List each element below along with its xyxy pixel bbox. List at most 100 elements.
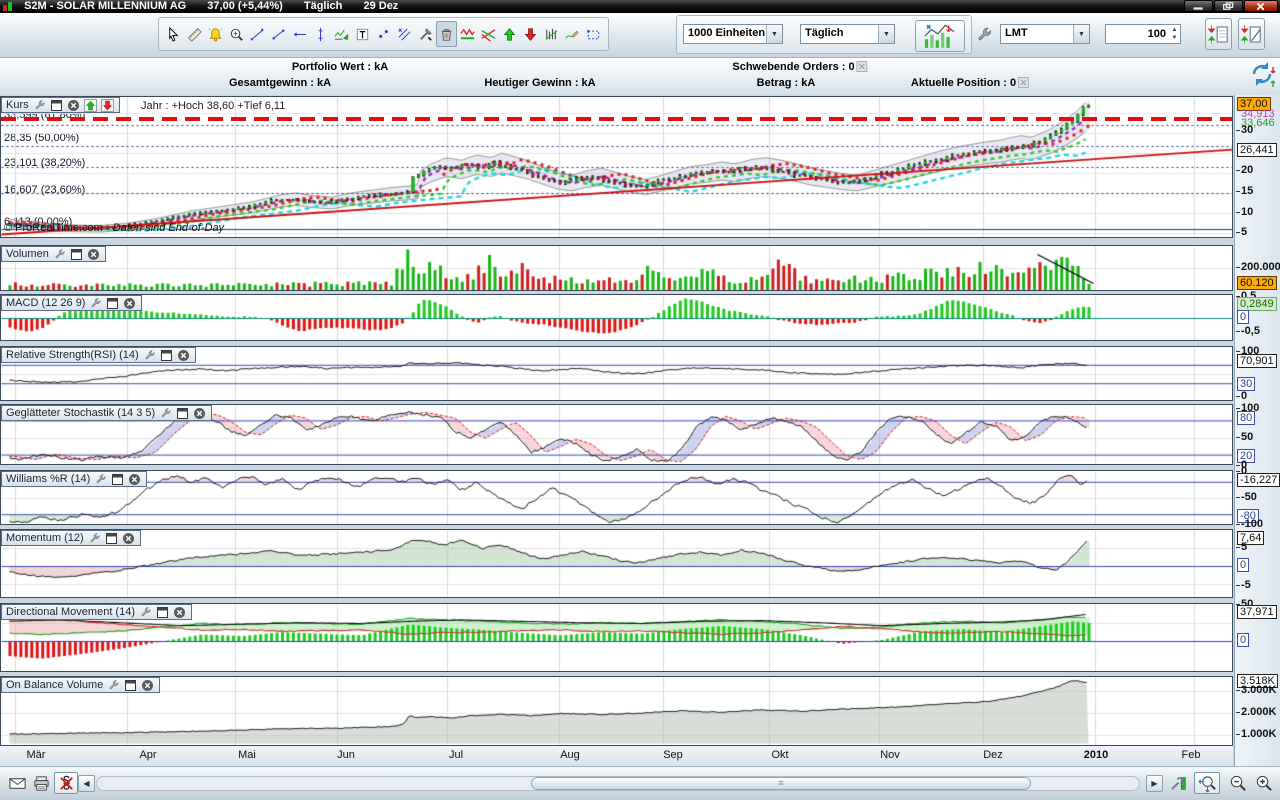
drawing-toolbar: [158, 17, 609, 51]
maximize-icon[interactable]: [105, 532, 118, 545]
time-axis[interactable]: MärAprMaiJunJulAugSepOktNovDez2010Feb: [0, 746, 1233, 766]
momentum-chart-canvas[interactable]: [1, 530, 1232, 597]
chevron-down-icon[interactable]: ▼: [1073, 25, 1089, 43]
close-panel-icon[interactable]: [177, 349, 190, 362]
quantity-value: 100: [1106, 28, 1169, 40]
rectangle-tool[interactable]: [583, 21, 604, 47]
period-select[interactable]: Täglich ▼: [800, 24, 895, 44]
close-panel-icon[interactable]: [128, 473, 141, 486]
mail-button[interactable]: [6, 772, 28, 794]
text-tool[interactable]: [352, 21, 373, 47]
window-title-date: 29 Dez: [363, 0, 398, 12]
order-type-value: LMT: [1001, 25, 1073, 43]
sell-arrow-tool[interactable]: [520, 21, 541, 47]
chart-tools-button[interactable]: [1168, 772, 1190, 794]
horizontal-scrollbar[interactable]: ≡: [96, 776, 1140, 791]
zoom-fit-button[interactable]: [1194, 772, 1220, 794]
panel-title: MACD (12 26 9): [6, 297, 85, 309]
macd-chart-canvas[interactable]: [1, 295, 1232, 340]
pitchfork-tool[interactable]: [478, 21, 499, 47]
panel-momentum: Momentum (12): [0, 529, 1233, 598]
annotate-chart-tool[interactable]: [331, 21, 352, 47]
obv-chart-canvas[interactable]: [1, 677, 1232, 745]
wrench-icon[interactable]: [53, 248, 66, 261]
scroll-right-button[interactable]: ▶: [1146, 775, 1163, 792]
axis-tick-label: 50: [1241, 431, 1253, 443]
maximize-icon[interactable]: [156, 606, 169, 619]
maximize-icon[interactable]: [111, 473, 124, 486]
chevron-down-icon[interactable]: ▼: [766, 25, 782, 43]
panel-header: Relative Strength(RSI) (14): [1, 347, 196, 363]
horizontal-line-tool[interactable]: [289, 21, 310, 47]
scale-down-icon[interactable]: [101, 99, 114, 112]
units-select[interactable]: 1000 Einheiten ▼: [683, 24, 783, 44]
maximize-icon[interactable]: [106, 297, 119, 310]
close-panel-icon[interactable]: [123, 297, 136, 310]
vertical-line-tool[interactable]: [310, 21, 331, 47]
volumen-chart-canvas[interactable]: [1, 246, 1232, 290]
axis-tick-label: 3.000K: [1241, 684, 1276, 696]
wrench-icon[interactable]: [94, 473, 107, 486]
axis-value-badge: 0: [1237, 558, 1249, 572]
zoom-in-button[interactable]: [1252, 772, 1274, 794]
modify-order-button[interactable]: [1238, 18, 1265, 50]
delete-tool[interactable]: [436, 21, 457, 47]
maximize-icon[interactable]: [70, 248, 83, 261]
axis-value-badge: 80: [1237, 411, 1255, 425]
main-toolbar: 1000 Einheiten ▼ Täglich ▼ LMT ▼ 100 ▲▼: [0, 13, 1280, 58]
trendline-tool[interactable]: [247, 21, 268, 47]
close-panel-icon[interactable]: [141, 679, 154, 692]
wrench-icon[interactable]: [88, 532, 101, 545]
alert-price-line[interactable]: [1, 117, 1232, 121]
alarm-tool[interactable]: [205, 21, 226, 47]
maximize-icon[interactable]: [124, 679, 137, 692]
wrench-icon[interactable]: [89, 297, 102, 310]
close-panel-icon[interactable]: [193, 407, 206, 420]
wrench-icon[interactable]: [33, 99, 46, 112]
order-settings-wrench-icon[interactable]: [975, 25, 993, 45]
wrench-icon[interactable]: [143, 349, 156, 362]
stepper-arrows[interactable]: ▲▼: [1169, 26, 1180, 42]
ruler-tool[interactable]: [184, 21, 205, 47]
quantity-stepper[interactable]: 100 ▲▼: [1105, 24, 1181, 44]
scale-up-icon[interactable]: [84, 99, 97, 112]
williams-chart-canvas[interactable]: [1, 471, 1232, 524]
stop-data-button[interactable]: [54, 772, 78, 794]
scroll-left-button[interactable]: ◀: [78, 775, 95, 792]
chart-style-button[interactable]: [915, 20, 965, 52]
close-panel-icon[interactable]: [67, 99, 80, 112]
chevron-down-icon[interactable]: ▼: [878, 25, 894, 43]
price-axis-column[interactable]: 37,0034,91333,6463026,4412015105200.0006…: [1234, 95, 1280, 766]
close-panel-icon[interactable]: [122, 532, 135, 545]
zoom-out-button[interactable]: [1226, 772, 1248, 794]
units-select-value: 1000 Einheiten: [684, 25, 766, 43]
parallel-lines-tool[interactable]: [394, 21, 415, 47]
buy-arrow-tool[interactable]: [499, 21, 520, 47]
order-type-select[interactable]: LMT ▼: [1000, 24, 1090, 44]
wrench-icon[interactable]: [107, 679, 120, 692]
maximize-icon[interactable]: [160, 349, 173, 362]
wrench-icon[interactable]: [139, 606, 152, 619]
new-order-button[interactable]: [1205, 18, 1232, 50]
close-button[interactable]: [1244, 0, 1278, 12]
sync-orders-icon[interactable]: [1248, 60, 1276, 90]
freehand-tool[interactable]: [562, 21, 583, 47]
points-tool[interactable]: [373, 21, 394, 47]
print-button[interactable]: [30, 772, 52, 794]
clear-orders-icon[interactable]: [857, 61, 868, 72]
zigzag-channel-tool[interactable]: [457, 21, 478, 47]
bars-pattern-tool[interactable]: [541, 21, 562, 47]
cursor-tool[interactable]: [163, 21, 184, 47]
close-panel-icon[interactable]: [173, 606, 186, 619]
object-tools[interactable]: [415, 21, 436, 47]
maximize-icon[interactable]: [176, 407, 189, 420]
zoom-plus-tool[interactable]: [226, 21, 247, 47]
minimize-button[interactable]: [1184, 0, 1213, 12]
segment-tool[interactable]: [268, 21, 289, 47]
scrollbar-thumb[interactable]: ≡: [531, 777, 1031, 790]
restore-button[interactable]: [1214, 0, 1243, 12]
wrench-icon[interactable]: [159, 407, 172, 420]
close-panel-icon[interactable]: [87, 248, 100, 261]
clear-position-icon[interactable]: [1018, 77, 1029, 88]
maximize-icon[interactable]: [50, 99, 63, 112]
